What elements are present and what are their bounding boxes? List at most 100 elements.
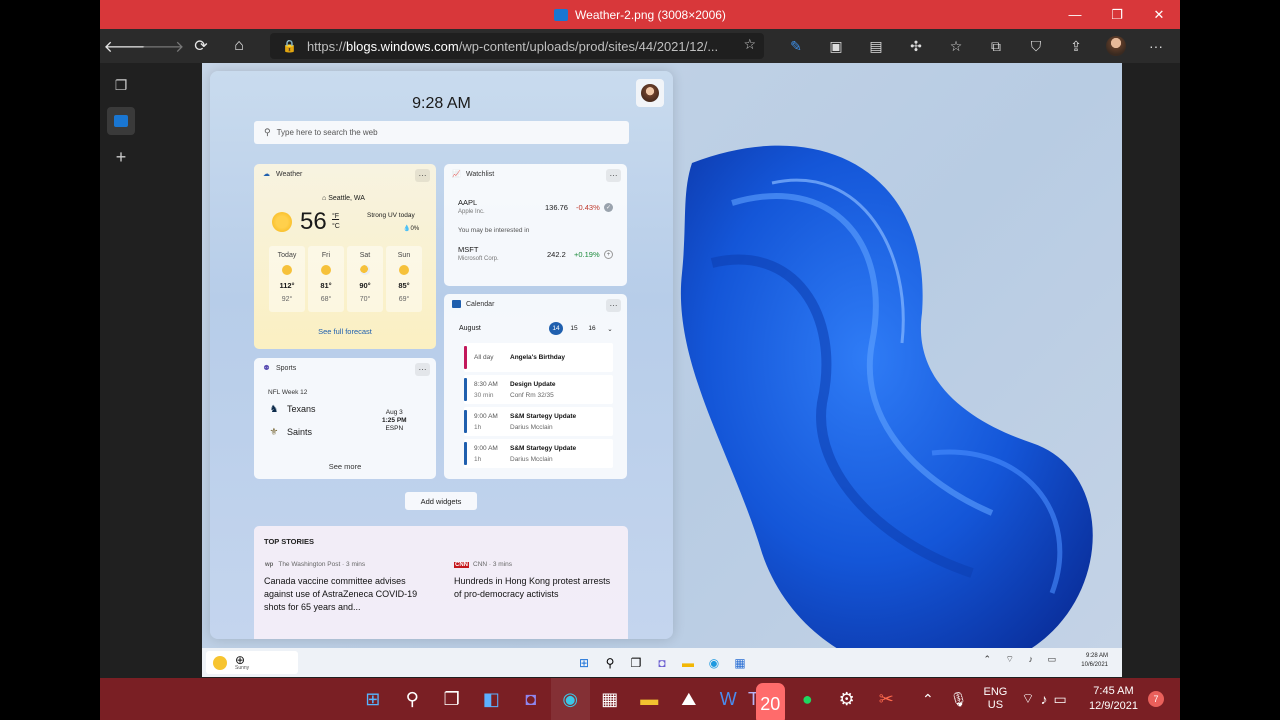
cnn-logo-icon: CNN — [454, 561, 469, 568]
lock-icon: 🔒 — [282, 39, 297, 53]
search-icon[interactable]: ⚲ — [598, 651, 622, 675]
weather-location: ⌂ Seattle, WA — [322, 195, 365, 202]
news-story[interactable]: CNN CNN · 3 mins Hundreds in Hong Kong pr… — [454, 561, 619, 601]
calendar-event[interactable]: 9:00 AM 1h S&M Startegy Update Darius Mccl… — [464, 439, 613, 468]
back-button[interactable]: 🡐 — [104, 29, 147, 63]
minimize-button[interactable]: — — [1054, 0, 1096, 29]
add-icon[interactable]: + — [604, 250, 613, 259]
word-icon[interactable]: W — [709, 678, 749, 720]
weather-label: Sunny — [235, 665, 250, 671]
chat-icon[interactable]: ◘ — [650, 651, 674, 675]
address-bar[interactable]: 🔒 https://blogs.windows.com/wp-content/u… — [270, 33, 764, 59]
calendar-widget[interactable]: Calendar ··· August 14 15 16 ⌄ All day A… — [444, 294, 627, 479]
taskbar-clock[interactable]: 7:45 AM 12/9/2021 — [1089, 684, 1138, 714]
saints-logo-icon: ⚜ — [269, 426, 279, 438]
check-icon[interactable]: ✓ — [604, 203, 613, 212]
stock-row[interactable]: AAPL Apple Inc. — [458, 198, 485, 215]
watchlist-widget[interactable]: 📈 Watchlist ··· AAPL Apple Inc. 136.76 -0… — [444, 164, 627, 286]
forecast-day[interactable]: Sun 85° 69° — [386, 246, 422, 312]
profile-avatar[interactable] — [1096, 29, 1136, 63]
volume-icon[interactable]: ♪ — [1041, 691, 1048, 707]
pen-extension-icon[interactable]: ✎ — [776, 29, 816, 63]
settings-icon[interactable]: ⚙ — [827, 678, 867, 720]
weather-more-button[interactable]: ··· — [415, 169, 430, 182]
notification-badge[interactable]: 7 — [1148, 691, 1164, 707]
forecast-day[interactable]: Sat 90° 70° — [347, 246, 383, 312]
language-indicator[interactable]: ENG US — [984, 686, 1008, 712]
start-button[interactable]: ⊞ — [353, 678, 393, 720]
start-icon[interactable]: ⊞ — [572, 651, 596, 675]
teams-icon[interactable]: T 20 — [748, 678, 788, 720]
refresh-button[interactable]: ⟳ — [182, 29, 220, 63]
file-explorer-icon[interactable]: ▬ — [630, 678, 670, 720]
calendar-event[interactable]: 8:30 AM 30 min Design Update Conf Rm 32/35 — [464, 375, 613, 404]
edge-icon[interactable]: ◉ — [702, 651, 726, 675]
snipping-tool-icon[interactable]: ✂ — [867, 678, 907, 720]
see-more-link[interactable]: See more — [254, 462, 436, 471]
sports-header: ⚉ Sports — [262, 364, 296, 373]
add-widgets-button[interactable]: Add widgets — [405, 492, 477, 510]
temp-unit-toggle[interactable]: °F °C — [332, 212, 340, 232]
team-saints[interactable]: ⚜ Saints — [268, 426, 313, 438]
forecast-day[interactable]: Today 112° 92° — [269, 246, 305, 312]
spotify-icon[interactable]: ● — [788, 678, 828, 720]
extensions-icon[interactable]: ✣ — [896, 29, 936, 63]
new-tab-icon[interactable]: + — [107, 143, 135, 171]
team-texans[interactable]: ♞ Texans — [268, 403, 316, 415]
store-icon[interactable]: ▦ — [728, 651, 752, 675]
collections-icon[interactable]: ⧉ — [976, 29, 1016, 63]
edge-icon[interactable]: ◉ — [550, 678, 590, 720]
weather-header: ☁ Weather — [262, 170, 302, 179]
close-button[interactable]: ✕ — [1138, 0, 1180, 29]
chat-icon[interactable]: ◘ — [511, 678, 551, 720]
see-full-forecast-link[interactable]: See full forecast — [254, 327, 436, 336]
file-explorer-icon[interactable]: ▬ — [676, 651, 700, 675]
calendar-event[interactable]: 9:00 AM 1h S&M Startegy Update Darius Mccl… — [464, 407, 613, 436]
weather-widget[interactable]: ☁ Weather ··· ⌂ Seattle, WA 56 °F °C Stro… — [254, 164, 436, 349]
desktop-wallpaper: 9:28 AM ⚲ Type here to search the web ☁ … — [202, 63, 1122, 648]
panel-avatar[interactable] — [636, 79, 664, 107]
home-button[interactable]: ⌂ — [220, 29, 258, 63]
add-favorite-icon[interactable]: ☆ — [743, 36, 756, 53]
forward-button[interactable]: 🡒 — [142, 29, 185, 63]
calendar-day[interactable]: 14 — [549, 322, 563, 335]
microphone-icon[interactable]: 🎙 — [950, 691, 968, 708]
sports-more-button[interactable]: ··· — [415, 363, 430, 376]
task-view-icon[interactable]: ❐ — [624, 651, 648, 675]
calendar-month: August — [459, 325, 481, 332]
store-icon[interactable]: ▦ — [590, 678, 630, 720]
tab-weather-image[interactable] — [107, 107, 135, 135]
task-view-icon[interactable]: ❐ — [432, 678, 472, 720]
more-options-icon[interactable]: ··· — [1136, 29, 1176, 63]
maximize-button[interactable]: ❐ — [1096, 0, 1138, 29]
outlook-extension-icon[interactable]: ▤ — [856, 29, 896, 63]
office-extension-icon[interactable]: ▣ — [816, 29, 856, 63]
tab-actions-icon[interactable]: ❐ — [107, 71, 135, 99]
chevron-down-icon[interactable]: ⌄ — [603, 322, 617, 335]
screenshot-taskbar: ⊕ Sunny ⊞ ⚲ ❐ ◘ ▬ ◉ ▦ ⌃ ⌔ ♪ ▭ 9:28 AM 10/… — [202, 648, 1122, 677]
search-icon[interactable]: ⚲ — [393, 678, 433, 720]
taskbar-weather-button[interactable]: ⊕ Sunny — [206, 651, 298, 674]
browser-essentials-icon[interactable]: ⛉ — [1016, 29, 1056, 63]
chevron-up-icon[interactable]: ⌃ — [922, 691, 934, 708]
stock-row[interactable]: MSFT Microsoft Corp. — [458, 245, 499, 262]
favorites-icon[interactable]: ☆ — [936, 29, 976, 63]
watchlist-header: 📈 Watchlist — [452, 170, 494, 179]
watchlist-more-button[interactable]: ··· — [606, 169, 621, 182]
widgets-panel: 9:28 AM ⚲ Type here to search the web ☁ … — [210, 71, 673, 639]
battery-icon[interactable]: ▭ — [1054, 691, 1067, 708]
calendar-day[interactable]: 16 — [585, 322, 599, 335]
calendar-day[interactable]: 15 — [567, 322, 581, 335]
sports-widget[interactable]: ⚉ Sports ··· NFL Week 12 ♞ Texans ⚜ Saints… — [254, 358, 436, 479]
calendar-more-button[interactable]: ··· — [606, 299, 621, 312]
news-story[interactable]: wp The Washington Post · 3 mins Canada va… — [264, 561, 429, 614]
calendar-event[interactable]: All day Angela's Birthday — [464, 343, 613, 372]
forecast-day[interactable]: Fri 81° 68° — [308, 246, 344, 312]
web-search-input[interactable]: ⚲ Type here to search the web — [254, 121, 629, 144]
screenshot-tray-icons: ⌃ ⌔ ♪ ▭ — [983, 654, 1062, 664]
wifi-icon[interactable]: ⌔ — [1021, 690, 1034, 708]
current-temp: 56 — [300, 208, 327, 235]
widgets-icon[interactable]: ◧ — [472, 678, 512, 720]
photos-icon[interactable]: ⛰ — [669, 678, 709, 720]
share-icon[interactable]: ⇪ — [1056, 29, 1096, 63]
